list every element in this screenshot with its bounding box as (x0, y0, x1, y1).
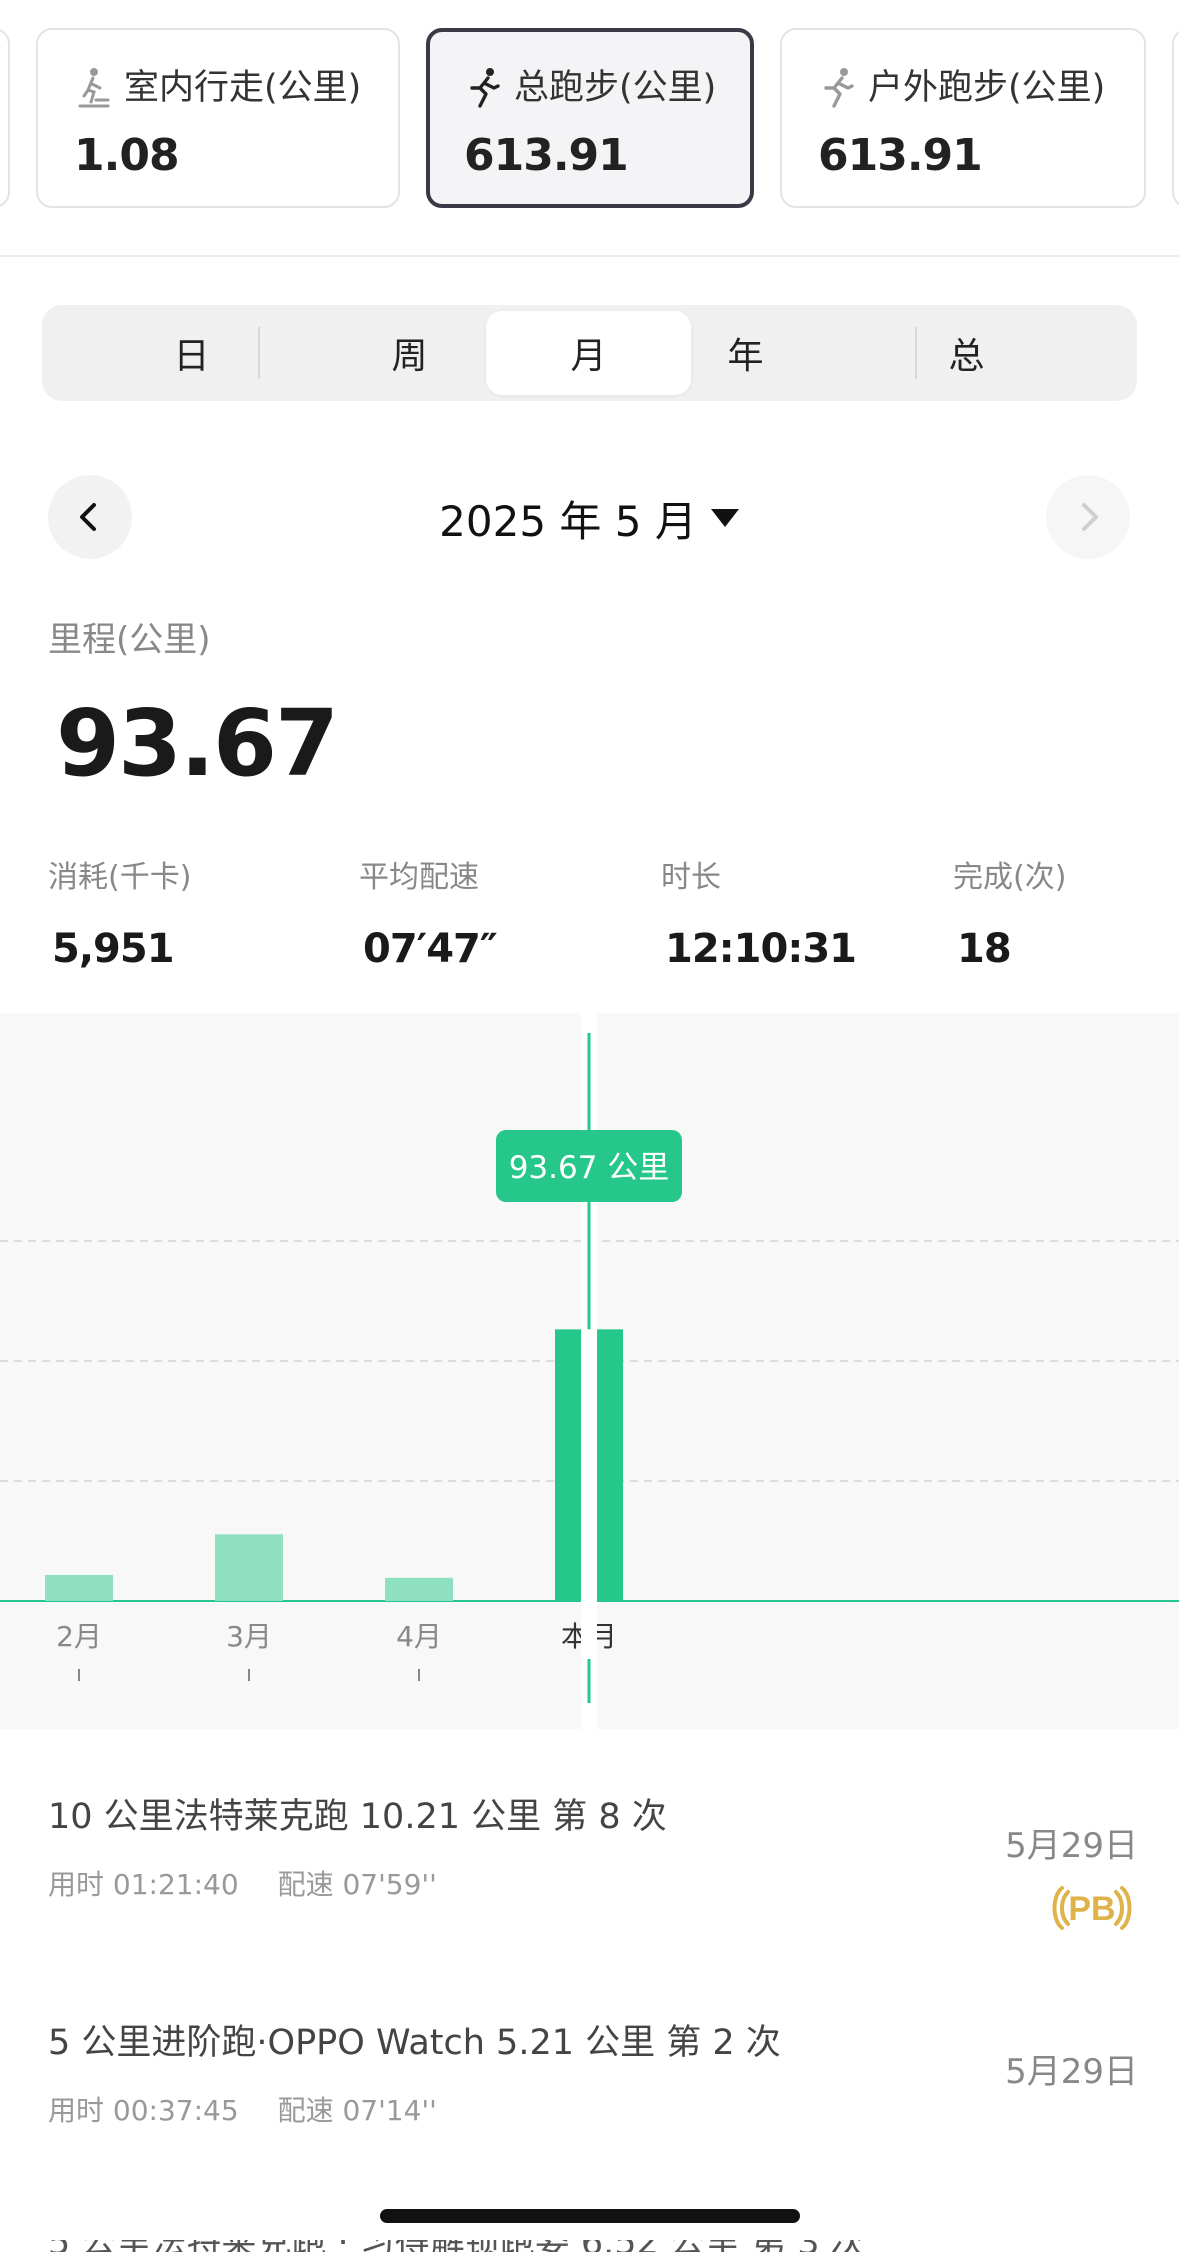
stat-calories-value: 5,951 (52, 926, 175, 972)
prev-period-button[interactable] (48, 475, 132, 559)
list-item-peek[interactable]: 5 公里法特莱克跑 · 习得解锁跑姿 6.52 公里 第 3 次 (48, 2240, 948, 2252)
category-cards: 室内行走(公里) 1.08 总跑步(公里) 613.91 户外跑步(公里) 61… (0, 28, 1179, 210)
stat-completed-value: 18 (957, 926, 1012, 972)
record-date: 5月29日 (1005, 2052, 1138, 2092)
stat-pace-label: 平均配速 (359, 860, 479, 895)
card-total-run-label: 总跑步(公里) (464, 66, 750, 110)
card-indoor-walk-title: 室内行走(公里) (124, 67, 362, 108)
chart-tick-label: 3月 (226, 1620, 272, 1653)
running-stats-page: 室内行走(公里) 1.08 总跑步(公里) 613.91 户外跑步(公里) 61… (0, 0, 1179, 2252)
card-indoor-walk-label: 室内行走(公里) (74, 66, 398, 110)
caret-down-icon (710, 509, 739, 527)
chart-tooltip-label: 93.67 公里 (509, 1150, 670, 1186)
record-title: 5 公里进阶跑·OPPO Watch 5.21 公里 第 2 次 (48, 2023, 781, 2063)
chevron-left-icon (80, 503, 96, 531)
outdoor-run-icon (824, 68, 854, 108)
chevron-right-icon (1082, 503, 1098, 531)
card-outdoor-run-value: 613.91 (818, 130, 983, 181)
stat-completed: 完成(次) 18 (953, 852, 1066, 972)
chart-bar[interactable] (385, 1577, 453, 1601)
distance-value: 93.67 (56, 690, 339, 797)
period-selector[interactable]: 2025 年 5 月 (400, 486, 780, 550)
tab-day[interactable]: 日 (89, 311, 294, 395)
chart-tick-label: 4月 (396, 1620, 442, 1653)
record-pace: 配速 07'14'' (277, 2094, 437, 2127)
record-details: 用时 00:37:45 配速 07'14'' (48, 2089, 1138, 2129)
next-period-button[interactable] (1046, 475, 1130, 559)
chart-tick-label: 2月 (56, 1620, 102, 1653)
stat-pace: 平均配速 07′47″ (359, 852, 498, 972)
stat-duration: 时长 12:10:31 (661, 852, 857, 972)
card-indoor-walk-value: 1.08 (74, 130, 180, 181)
tab-total[interactable]: 总 (864, 311, 1069, 395)
pb-badge-icon: PB (1052, 1886, 1132, 1930)
pb-badge-text: PB (1068, 1890, 1115, 1928)
monthly-distance-chart[interactable]: 2月3月4月本月 93.67 公里 (0, 1013, 1179, 1729)
chart-bar[interactable] (215, 1534, 283, 1601)
chart-bar[interactable] (45, 1574, 113, 1601)
period-segmented-control: 日 周 月 年 总 (42, 305, 1137, 401)
record-time: 用时 00:37:45 (48, 2094, 239, 2127)
stat-duration-value: 12:10:31 (665, 926, 857, 972)
card-total-run-title: 总跑步(公里) (514, 67, 717, 108)
card-outdoor-run-label: 户外跑步(公里) (818, 66, 1144, 110)
record-pace: 配速 07'59'' (277, 1868, 437, 1901)
stat-calories-label: 消耗(千卡) (48, 860, 192, 895)
card-partial-right[interactable] (1172, 28, 1179, 208)
card-total-run[interactable]: 总跑步(公里) 613.91 (426, 28, 754, 208)
section-divider (0, 255, 1179, 257)
record-title: 5 公里法特莱克跑 · 习得解锁跑姿 6.52 公里 第 3 次 (48, 2240, 948, 2252)
card-outdoor-run-title: 户外跑步(公里) (868, 67, 1106, 108)
list-item[interactable]: 5 公里进阶跑·OPPO Watch 5.21 公里 第 2 次 用时 00:3… (48, 2014, 1138, 2134)
segment-separator (258, 327, 260, 379)
card-outdoor-run[interactable]: 户外跑步(公里) 613.91 (780, 28, 1146, 208)
stat-completed-label: 完成(次) (953, 860, 1067, 895)
stat-calories: 消耗(千卡) 5,951 (48, 852, 191, 972)
card-partial-left[interactable] (0, 28, 10, 208)
record-date: 5月29日 (1005, 1826, 1138, 1866)
home-indicator[interactable] (380, 2209, 800, 2223)
tab-week[interactable]: 周 (307, 311, 512, 395)
running-icon (470, 68, 500, 108)
stat-duration-label: 时长 (661, 860, 721, 895)
tab-year[interactable]: 年 (643, 311, 848, 395)
record-title: 10 公里法特莱克跑 10.21 公里 第 8 次 (48, 1797, 667, 1837)
list-item[interactable]: 10 公里法特莱克跑 10.21 公里 第 8 次 用时 01:21:40 配速… (48, 1788, 1138, 1958)
period-title: 2025 年 5 月 (439, 496, 697, 546)
indoor-walk-icon (78, 68, 110, 108)
card-indoor-walk[interactable]: 室内行走(公里) 1.08 (36, 28, 400, 208)
record-details: 用时 01:21:40 配速 07'59'' (48, 1863, 1138, 1903)
record-time: 用时 01:21:40 (48, 1868, 239, 1901)
card-total-run-value: 613.91 (464, 130, 629, 181)
distance-label: 里程(公里) (48, 620, 211, 660)
stat-pace-value: 07′47″ (363, 926, 498, 972)
